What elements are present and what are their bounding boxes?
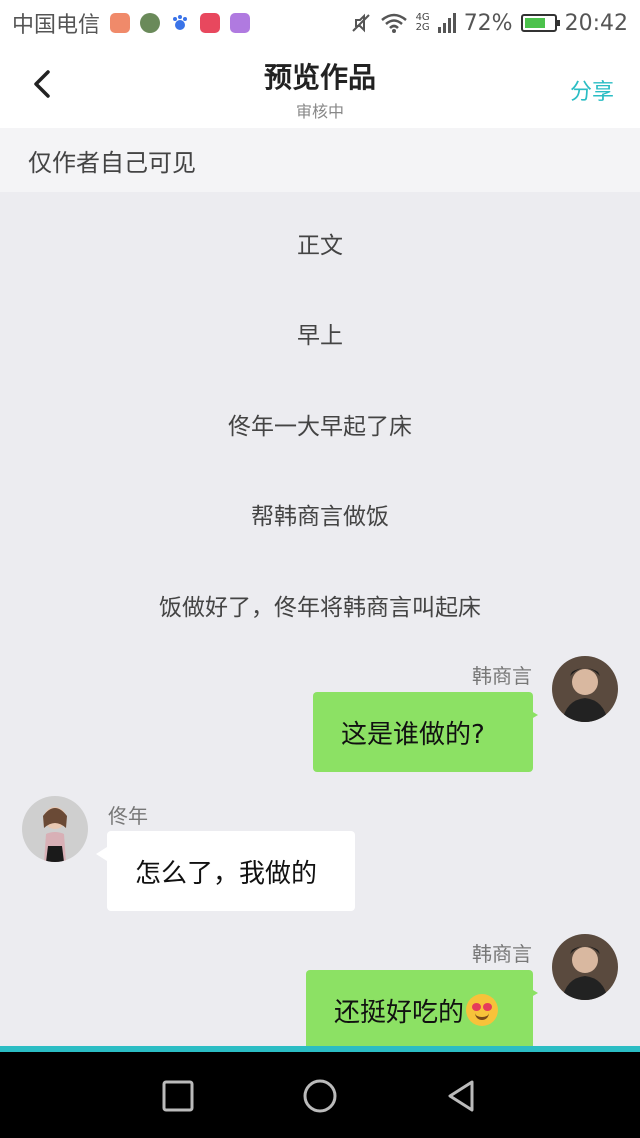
triangle-back-icon <box>448 1080 474 1112</box>
mute-icon <box>351 13 370 33</box>
share-button[interactable]: 分享 <box>570 74 614 106</box>
battery-level <box>524 18 545 28</box>
avatar-han-shangyan[interactable] <box>552 656 618 722</box>
story-content: 正文 早上 佟年一大早起了床 帮韩商言做饭 饭做好了，佟年将韩商言叫起床 韩商言… <box>0 192 640 1048</box>
circle-icon <box>303 1079 337 1113</box>
battery-percent: 72% <box>463 10 513 36</box>
avatar-image <box>22 796 88 862</box>
home-button[interactable] <box>300 1076 340 1116</box>
avatar-image <box>552 656 618 722</box>
huawei-app-icon <box>200 13 221 33</box>
sender-name: 韩商言 <box>472 664 532 688</box>
narration-line: 佟年一大早起了床 <box>228 414 412 440</box>
message-bubble[interactable]: 还挺好吃的 <box>306 970 538 1048</box>
mail-app-icon <box>110 13 131 33</box>
message-text: 还挺好吃的 <box>334 997 465 1028</box>
signal-icon <box>437 13 456 33</box>
gallery-app-icon <box>230 13 251 33</box>
message-bubble[interactable]: 这是谁做的? <box>313 692 538 772</box>
status-bar: 中国电信 4G 2G 72% 20:42 <box>0 0 640 46</box>
review-status: 审核中 <box>295 102 344 121</box>
page-title: 预览作品 <box>263 61 376 94</box>
photo-app-icon <box>140 13 161 33</box>
narration-line: 正文 <box>297 233 343 259</box>
narration-line: 饭做好了，佟年将韩商言叫起床 <box>159 595 481 621</box>
message-bubble[interactable]: 怎么了，我做的 <box>96 831 355 911</box>
visibility-notice-text: 仅作者自己可见 <box>28 148 196 177</box>
app-header: 预览作品 审核中 分享 <box>0 46 640 128</box>
system-back-button[interactable] <box>442 1076 482 1116</box>
sender-name: 佟年 <box>108 804 148 828</box>
avatar-tong-nian[interactable] <box>22 796 88 862</box>
recents-button[interactable] <box>158 1076 198 1116</box>
wifi-icon <box>380 13 407 33</box>
narration-line: 早上 <box>297 323 343 349</box>
carrier-label: 中国电信 <box>12 13 101 38</box>
avatar-image <box>552 934 618 1000</box>
square-icon <box>162 1080 194 1112</box>
battery-icon <box>520 14 560 32</box>
system-nav-bar <box>0 1052 640 1138</box>
baidu-app-icon <box>170 13 191 33</box>
narration-line: 帮韩商言做饭 <box>251 504 389 530</box>
message-text: 这是谁做的? <box>341 719 485 750</box>
message-text: 怎么了，我做的 <box>135 858 318 889</box>
sender-name: 韩商言 <box>472 942 532 966</box>
network-type: 4G 2G <box>415 12 430 33</box>
avatar-han-shangyan[interactable] <box>552 934 618 1000</box>
visibility-notice: 仅作者自己可见 <box>0 128 640 192</box>
clock: 20:42 <box>564 10 628 36</box>
heart-eyes-emoji-icon <box>466 994 499 1026</box>
